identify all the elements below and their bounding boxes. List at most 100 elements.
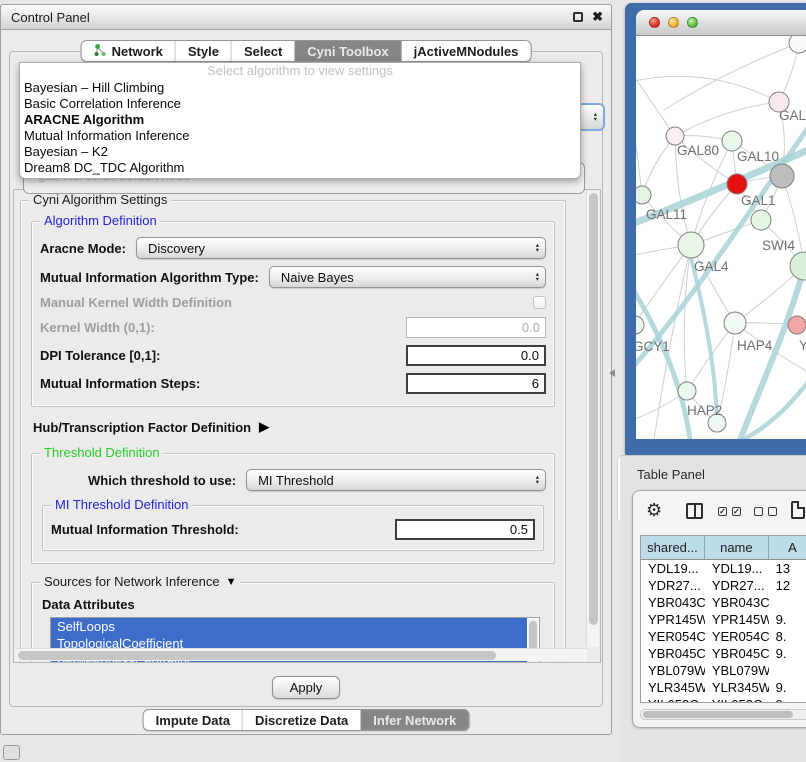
network-node[interactable] — [788, 316, 806, 334]
table-cell[interactable]: 8. — [769, 628, 806, 645]
table-cell[interactable]: YER054C — [641, 628, 705, 645]
manual-kernel-width-checkbox[interactable] — [533, 296, 546, 309]
dropdown-option-dream8-dc-tdc-algorithm[interactable]: Dream8 DC_TDC Algorithm — [20, 160, 580, 176]
collapse-down-icon: ▼ — [226, 576, 237, 588]
table-row[interactable]: YDL19...YDL19...13 — [641, 560, 806, 577]
aracne-mode-combo[interactable]: Discovery ▴▾ — [136, 237, 546, 259]
table-cell[interactable]: YDR27... — [641, 577, 705, 594]
zoom-traffic-light-icon[interactable] — [687, 17, 698, 28]
tab-select[interactable]: Select — [231, 41, 294, 61]
tab-infer-network[interactable]: Infer Network — [360, 710, 468, 730]
network-node[interactable] — [790, 252, 806, 280]
network-node[interactable] — [789, 36, 806, 53]
dropdown-option-mutual-information-inference[interactable]: Mutual Information Inference — [20, 128, 580, 144]
apply-button[interactable]: Apply — [272, 676, 341, 699]
node-label-gal4: GAL4 — [694, 259, 729, 274]
dpi-tolerance-input[interactable]: 0.0 — [406, 345, 546, 366]
settings-vertical-scrollbar-thumb[interactable] — [589, 193, 598, 625]
tab-jactivemnodules[interactable]: jActiveMNodules — [401, 41, 531, 61]
table-cell[interactable]: 9 — [769, 696, 806, 703]
column-header-name[interactable]: name — [705, 536, 769, 559]
table-horizontal-scrollbar-thumb[interactable] — [643, 711, 793, 718]
table-cell[interactable]: YIL052C — [705, 696, 769, 703]
dropdown-option-bayesian-k2[interactable]: Bayesian – K2 — [20, 144, 580, 160]
table-cell[interactable]: YER054C — [705, 628, 769, 645]
settings-horizontal-scrollbar-thumb[interactable] — [18, 651, 496, 660]
dropdown-option-bayesian-hill-climbing[interactable]: Bayesian – Hill Climbing — [20, 80, 580, 96]
minimized-panel-icon[interactable] — [3, 745, 20, 760]
network-node[interactable] — [722, 131, 742, 151]
table-row[interactable]: YPR145WYPR145W9. — [641, 611, 806, 628]
table-cell[interactable] — [769, 594, 806, 611]
tab-cyni-toolbox[interactable]: Cyni Toolbox — [294, 41, 400, 61]
tab-impute-data[interactable]: Impute Data — [144, 710, 242, 730]
export-table-icon[interactable] — [791, 501, 805, 519]
table-cell[interactable] — [769, 662, 806, 679]
table-row[interactable]: YBR045CYBR045C9. — [641, 645, 806, 662]
table-cell[interactable]: YDR27... — [705, 577, 769, 594]
table-cell[interactable]: YPR145W — [705, 611, 769, 628]
table-row[interactable]: YLR345WYLR345W9. — [641, 679, 806, 696]
split-pane-resize-arrow[interactable] — [609, 369, 615, 377]
column-header-shared[interactable]: shared... — [641, 536, 705, 559]
table-cell[interactable]: 9. — [769, 645, 806, 662]
table-cell[interactable]: YDL19... — [705, 560, 769, 577]
table-cell[interactable]: YLR345W — [705, 679, 769, 696]
column-visibility-icon[interactable] — [686, 503, 703, 519]
table-row[interactable]: YIL052CYIL052C9 — [641, 696, 806, 703]
float-window-icon[interactable] — [573, 12, 583, 22]
table-row[interactable]: YBL079WYBL079W — [641, 662, 806, 679]
network-node[interactable] — [770, 164, 794, 188]
table-cell[interactable]: 9. — [769, 679, 806, 696]
gear-icon[interactable]: ⚙ — [646, 500, 662, 521]
network-node[interactable] — [678, 382, 696, 400]
sources-group-collapser[interactable]: Sources for Network Inference ▼ — [40, 574, 240, 589]
network-canvas[interactable]: GALGAL80GAL10GAL1GAL11SWI4GAL4GCY1HAP4YH… — [636, 36, 806, 439]
table-cell[interactable]: YBR043C — [641, 594, 705, 611]
attribute-item-selfloops[interactable]: SelfLoops — [51, 618, 527, 635]
table-cell[interactable]: YIL052C — [641, 696, 705, 703]
kernel-width-input[interactable]: 0.0 — [406, 317, 546, 338]
column-header-a[interactable]: A — [769, 536, 806, 559]
close-traffic-light-icon[interactable] — [649, 17, 660, 28]
minimize-traffic-light-icon[interactable] — [668, 17, 679, 28]
table-cell[interactable]: YBR043C — [705, 594, 769, 611]
dropdown-option-basic-correlation-inference[interactable]: Basic Correlation Inference — [20, 96, 580, 112]
table-cell[interactable]: YBL079W — [705, 662, 769, 679]
select-all-check-icon[interactable]: ✓ — [718, 507, 727, 516]
network-node[interactable] — [724, 312, 746, 334]
table-cell[interactable]: YLR345W — [641, 679, 705, 696]
close-icon[interactable]: ✖ — [592, 9, 603, 25]
select-all-check-icon[interactable]: ✓ — [732, 507, 741, 516]
tab-style[interactable]: Style — [175, 41, 231, 61]
dropdown-option-aracne-algorithm[interactable]: ARACNE Algorithm — [20, 112, 580, 128]
mi-algorithm-type-combo[interactable]: Naive Bayes ▴▾ — [269, 266, 546, 288]
table-row[interactable]: YDR27...YDR27...12 — [641, 577, 806, 594]
mi-steps-input[interactable]: 6 — [406, 373, 546, 394]
hub-section-label: Hub/Transcription Factor Definition — [33, 420, 251, 435]
tab-network[interactable]: Network — [82, 41, 175, 61]
table-row[interactable]: YER054CYER054C8. — [641, 628, 806, 645]
table-cell[interactable]: YBL079W — [641, 662, 705, 679]
network-node[interactable] — [678, 232, 704, 258]
table-cell[interactable]: 9. — [769, 611, 806, 628]
tab-discretize-data[interactable]: Discretize Data — [242, 710, 360, 730]
table-cell[interactable]: 12 — [769, 577, 806, 594]
network-node[interactable] — [636, 316, 644, 334]
network-node[interactable] — [727, 174, 747, 194]
mi-threshold-input[interactable]: 0.5 — [395, 519, 535, 540]
table-cell[interactable]: YBR045C — [705, 645, 769, 662]
table-cell[interactable]: YDL19... — [641, 560, 705, 577]
network-node[interactable] — [751, 210, 771, 230]
table-row[interactable]: YBR043CYBR043C — [641, 594, 806, 611]
which-threshold-combo[interactable]: MI Threshold ▴▾ — [246, 469, 546, 491]
table-cell[interactable]: 13 — [769, 560, 806, 577]
panel-title: Control Panel — [11, 5, 90, 30]
table-cell[interactable]: YBR045C — [641, 645, 705, 662]
table-cell[interactable]: YPR145W — [641, 611, 705, 628]
hub-transcription-factor-expander[interactable]: Hub/Transcription Factor Definition ▶ — [33, 419, 553, 435]
deselect-all-box-icon[interactable] — [754, 507, 763, 516]
network-node[interactable] — [636, 186, 651, 204]
deselect-all-box-icon[interactable] — [768, 507, 777, 516]
mi-steps-label: Mutual Information Steps: — [40, 376, 200, 391]
